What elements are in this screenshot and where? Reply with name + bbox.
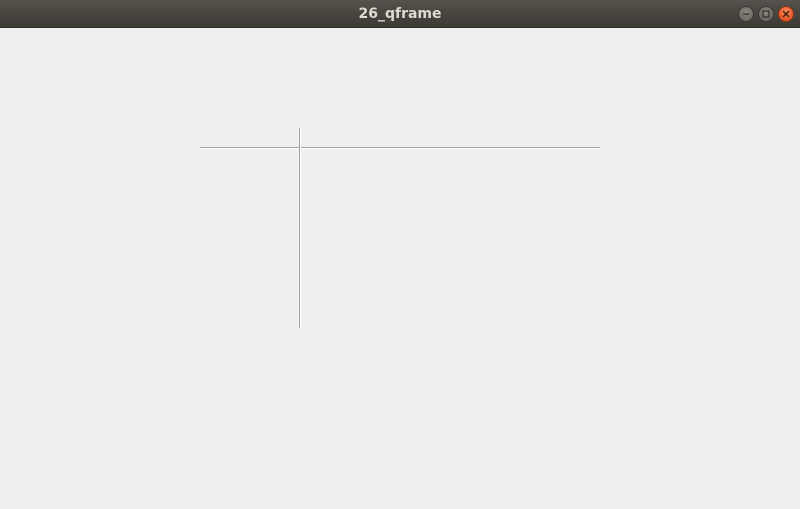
window-title: 26_qframe: [358, 6, 442, 22]
central-widget: [0, 28, 800, 509]
close-icon: [782, 10, 790, 18]
window-controls: [738, 6, 794, 22]
minimize-icon: [743, 13, 749, 15]
close-button[interactable]: [778, 6, 794, 22]
title-bar[interactable]: 26_qframe: [0, 0, 800, 28]
horizontal-line-frame: [200, 147, 600, 149]
application-window: 26_qframe: [0, 0, 800, 509]
vertical-line-frame: [299, 128, 301, 328]
maximize-button[interactable]: [758, 6, 774, 22]
maximize-icon: [762, 10, 770, 18]
minimize-button[interactable]: [738, 6, 754, 22]
